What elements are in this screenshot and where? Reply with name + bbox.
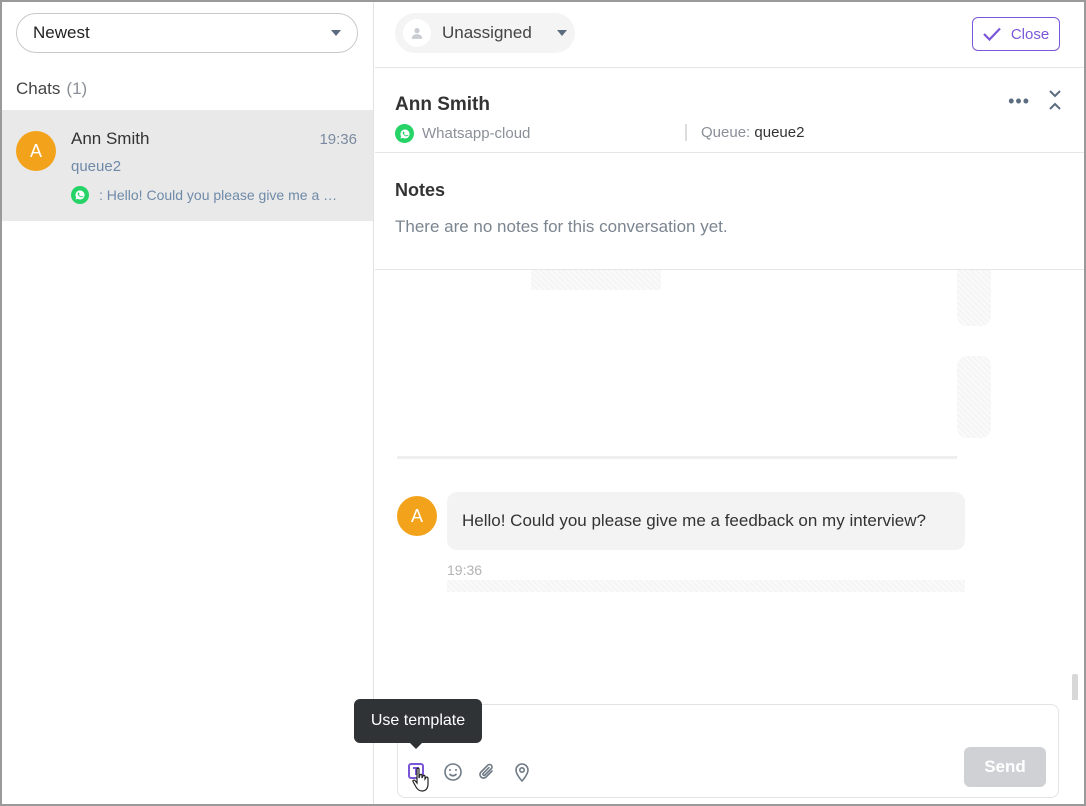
chat-list-panel: Newest Chats (1) A Ann Smith 19:36 queue2… <box>2 2 374 804</box>
notes-section: Notes There are no notes for this conver… <box>375 154 1084 270</box>
chat-preview-text: : Hello! Could you please give me a feed… <box>99 187 341 203</box>
divider <box>397 456 957 459</box>
pointer-cursor-icon <box>412 767 429 792</box>
assignee-label: Unassigned <box>442 23 532 42</box>
avatar: A <box>397 496 437 536</box>
emoji-icon <box>444 763 462 781</box>
close-button-label: Close <box>1010 25 1050 43</box>
queue-label: Queue: <box>701 124 751 141</box>
loading-placeholder <box>957 270 991 326</box>
message-bubble: Hello! Could you please give me a feedba… <box>447 492 965 550</box>
queue-info: Queue: queue2 <box>685 124 804 141</box>
loading-placeholder <box>957 356 991 438</box>
user-icon <box>403 19 431 47</box>
chats-count: (1) <box>66 79 88 98</box>
chat-queue: queue2 <box>71 158 122 175</box>
whatsapp-icon <box>71 186 89 204</box>
chats-heading: Chats (1) <box>16 79 87 99</box>
loading-placeholder <box>447 580 965 592</box>
scrollbar[interactable] <box>1072 674 1078 700</box>
send-button-label: Send <box>984 757 1026 776</box>
more-options-icon[interactable]: ••• <box>1008 91 1030 112</box>
chats-heading-label: Chats <box>16 79 61 98</box>
assignee-dropdown[interactable]: Unassigned <box>395 13 575 53</box>
whatsapp-icon <box>395 124 414 143</box>
tooltip: Use template <box>354 699 482 749</box>
attach-button[interactable] <box>476 761 498 783</box>
check-icon <box>983 27 1001 41</box>
avatar: A <box>16 131 56 171</box>
sort-dropdown[interactable]: Newest <box>16 13 358 53</box>
queue-value: queue2 <box>754 124 805 141</box>
chat-list-item[interactable]: A Ann Smith 19:36 queue2 : Hello! Could … <box>2 110 373 221</box>
conversation-panel: Unassigned Close Ann Smith Whatsapp-clou… <box>354 2 1084 804</box>
tooltip-text: Use template <box>370 712 466 729</box>
sort-dropdown-value: Newest <box>33 23 90 42</box>
location-button[interactable] <box>511 761 533 783</box>
paperclip-icon <box>479 763 493 779</box>
message-text: Hello! Could you please give me a feedba… <box>462 511 926 530</box>
message-composer[interactable]: Use template Send <box>354 699 1059 798</box>
chevron-down-icon <box>557 30 567 36</box>
loading-placeholder <box>531 270 661 290</box>
channel-name: Whatsapp-cloud <box>422 125 531 142</box>
location-pin-icon <box>515 763 529 782</box>
close-conversation-button[interactable]: Close <box>972 17 1060 51</box>
contact-header: Ann Smith Whatsapp-cloud Queue: queue2 •… <box>375 69 1084 153</box>
contact-name: Ann Smith <box>395 94 490 115</box>
emoji-button[interactable] <box>442 761 464 783</box>
send-button[interactable]: Send <box>964 747 1046 787</box>
app-window: Newest Chats (1) A Ann Smith 19:36 queue2… <box>0 0 1086 806</box>
collapse-icon[interactable] <box>1048 89 1062 116</box>
chat-preview: : Hello! Could you please give me a feed… <box>71 186 341 204</box>
contact-channel: Whatsapp-cloud <box>395 124 530 143</box>
notes-title: Notes <box>395 180 446 200</box>
chat-time: 19:36 <box>319 131 357 148</box>
message-list: A Hello! Could you please give me a feed… <box>375 270 1084 700</box>
chevron-down-icon <box>331 30 341 36</box>
message-time: 19:36 <box>447 562 483 578</box>
notes-empty-text: There are no notes for this conversation… <box>395 217 728 236</box>
conversation-toolbar: Unassigned Close <box>375 2 1084 68</box>
chat-contact-name: Ann Smith <box>71 129 150 148</box>
